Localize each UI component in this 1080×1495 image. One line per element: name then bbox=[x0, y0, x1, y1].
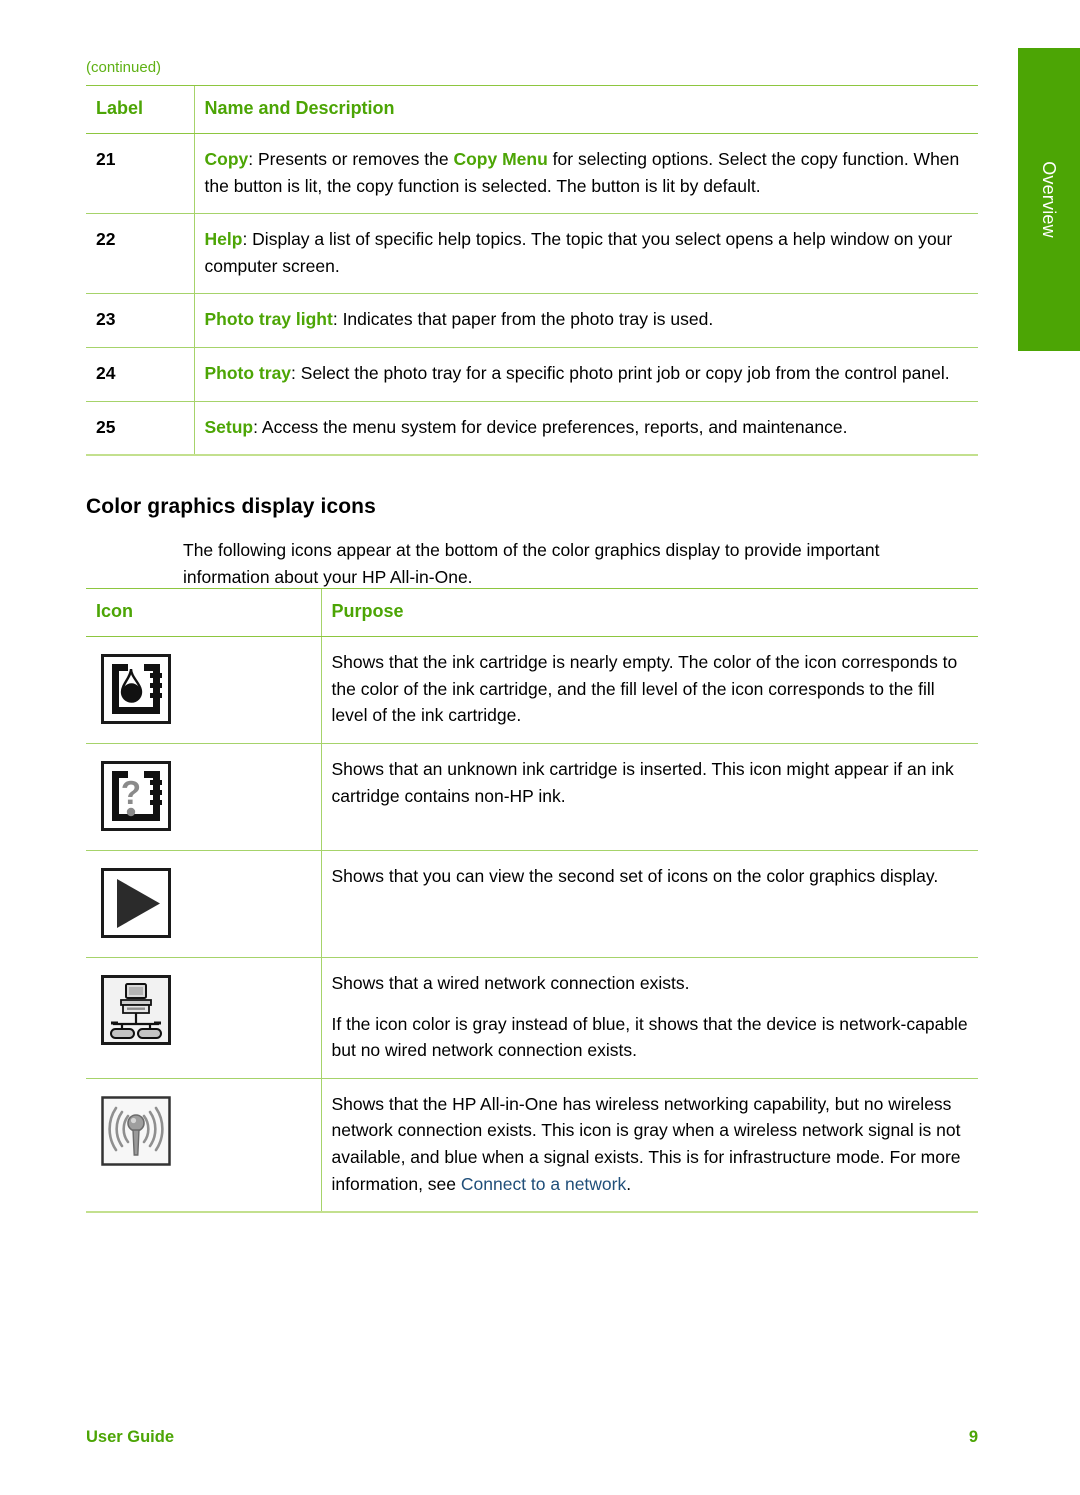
connect-to-a-network-link[interactable]: Connect to a network bbox=[461, 1174, 626, 1194]
column-header-icon: Icon bbox=[86, 588, 321, 637]
description-text: Select the photo tray for a specific pho… bbox=[300, 362, 950, 383]
purpose-text: Shows that the ink cartridge is nearly e… bbox=[331, 652, 958, 726]
table-row: 22 Help: Display a list of specific help… bbox=[86, 213, 978, 295]
ink-level-cartridge-icon bbox=[101, 654, 171, 724]
footer-page-number: 9 bbox=[968, 1428, 978, 1446]
column-header-label: Label bbox=[86, 85, 194, 134]
icon-cell bbox=[86, 957, 321, 1079]
unknown-ink-cartridge-icon: ? bbox=[101, 761, 171, 831]
table-continued-note: (continued) bbox=[86, 59, 162, 76]
purpose-text: Shows that an unknown ink cartridge is i… bbox=[331, 759, 954, 806]
row-description: Photo tray: Select the photo tray for a … bbox=[193, 347, 978, 402]
section-tab-label: Overview bbox=[1039, 161, 1059, 238]
column-header-name-and-description: Name and Description bbox=[193, 85, 978, 134]
row-description: Help: Display a list of specific help to… bbox=[193, 213, 978, 295]
purpose-text: Shows that you can view the second set o… bbox=[331, 866, 939, 886]
purpose-text-trailing: . bbox=[626, 1173, 632, 1194]
description-text: Access the menu system for device prefer… bbox=[261, 416, 848, 437]
wired-network-icon bbox=[101, 975, 171, 1045]
footer-document-title: User Guide bbox=[86, 1428, 175, 1446]
purpose-text-line-2: If the icon color is gray instead of blu… bbox=[331, 1013, 968, 1061]
purpose-text: Shows that the HP All-in-One has wireles… bbox=[331, 1093, 961, 1194]
term-separator: : bbox=[253, 416, 262, 437]
icon-cell bbox=[86, 1078, 321, 1214]
row-purpose: Shows that a wired network connection ex… bbox=[320, 957, 978, 1079]
row-purpose: Shows that you can view the second set o… bbox=[320, 850, 978, 958]
row-label-number: 25 bbox=[86, 401, 194, 457]
row-purpose: Shows that the HP All-in-One has wireles… bbox=[320, 1078, 978, 1214]
description-text: Display a list of specific help topics. … bbox=[204, 229, 953, 276]
page-content: (continued) Label Name and Description 2… bbox=[0, 0, 1008, 1495]
row-purpose: Shows that the ink cartridge is nearly e… bbox=[320, 636, 978, 744]
row-description: Photo tray light: Indicates that paper f… bbox=[193, 293, 978, 348]
table-row: 24 Photo tray: Select the photo tray for… bbox=[86, 347, 978, 402]
page-title: Color graphics display icons bbox=[86, 495, 376, 519]
table-row: Shows that the ink cartridge is nearly e… bbox=[86, 636, 978, 744]
svg-text:?: ? bbox=[121, 774, 141, 811]
feature-term: Help bbox=[204, 229, 243, 250]
table-row: Shows that the HP All-in-One has wireles… bbox=[86, 1078, 978, 1214]
term-separator: : bbox=[248, 149, 258, 169]
row-description: Copy: Presents or removes the Copy Menu … bbox=[193, 133, 978, 215]
icon-cell bbox=[86, 636, 321, 744]
feature-term: Copy bbox=[204, 149, 249, 169]
term-separator: : bbox=[291, 362, 301, 383]
term-separator: : bbox=[332, 309, 343, 330]
table-row: ? Shows that an unknown ink cartridge is… bbox=[86, 743, 978, 851]
section-tab-overview: Overview bbox=[1018, 48, 1080, 351]
intro-paragraph: The following icons appear at the bottom… bbox=[183, 539, 880, 587]
display-icons-table: Icon Purpose Shows that the ink cartridg… bbox=[86, 588, 978, 1214]
feature-term: Setup bbox=[204, 416, 254, 437]
column-header-purpose: Purpose bbox=[320, 588, 978, 637]
table-row: Shows that a wired network connection ex… bbox=[86, 957, 978, 1079]
page-footer: User Guide 9 bbox=[86, 1428, 978, 1447]
table-row: 25 Setup: Access the menu system for dev… bbox=[86, 401, 978, 457]
icon-cell: ? bbox=[86, 743, 321, 851]
description-text: Indicates that paper from the photo tray… bbox=[342, 309, 714, 330]
row-description: Setup: Access the menu system for device… bbox=[193, 401, 978, 457]
table-header-row: Icon Purpose bbox=[86, 588, 978, 637]
purpose-text-line-1: Shows that a wired network connection ex… bbox=[331, 973, 690, 993]
row-purpose: Shows that an unknown ink cartridge is i… bbox=[320, 743, 978, 851]
table-row: 23 Photo tray light: Indicates that pape… bbox=[86, 293, 978, 348]
table-row: 21 Copy: Presents or removes the Copy Me… bbox=[86, 133, 978, 215]
feature-term: Photo tray bbox=[204, 362, 292, 383]
right-arrow-icon bbox=[101, 868, 171, 938]
inline-term-copy-menu: Copy Menu bbox=[453, 149, 548, 169]
description-text-part-1: Presents or removes the bbox=[257, 149, 454, 169]
table-header-row: Label Name and Description bbox=[86, 85, 978, 134]
row-label-number: 21 bbox=[86, 133, 194, 215]
feature-term: Photo tray light bbox=[204, 309, 333, 330]
wireless-network-icon bbox=[101, 1096, 171, 1166]
icon-cell bbox=[86, 850, 321, 958]
term-separator: : bbox=[242, 229, 253, 250]
row-label-number: 24 bbox=[86, 347, 194, 402]
row-label-number: 22 bbox=[86, 213, 194, 295]
row-label-number: 23 bbox=[86, 293, 194, 348]
table-row: Shows that you can view the second set o… bbox=[86, 850, 978, 958]
control-panel-features-table: Label Name and Description 21 Copy: Pres… bbox=[86, 85, 978, 457]
